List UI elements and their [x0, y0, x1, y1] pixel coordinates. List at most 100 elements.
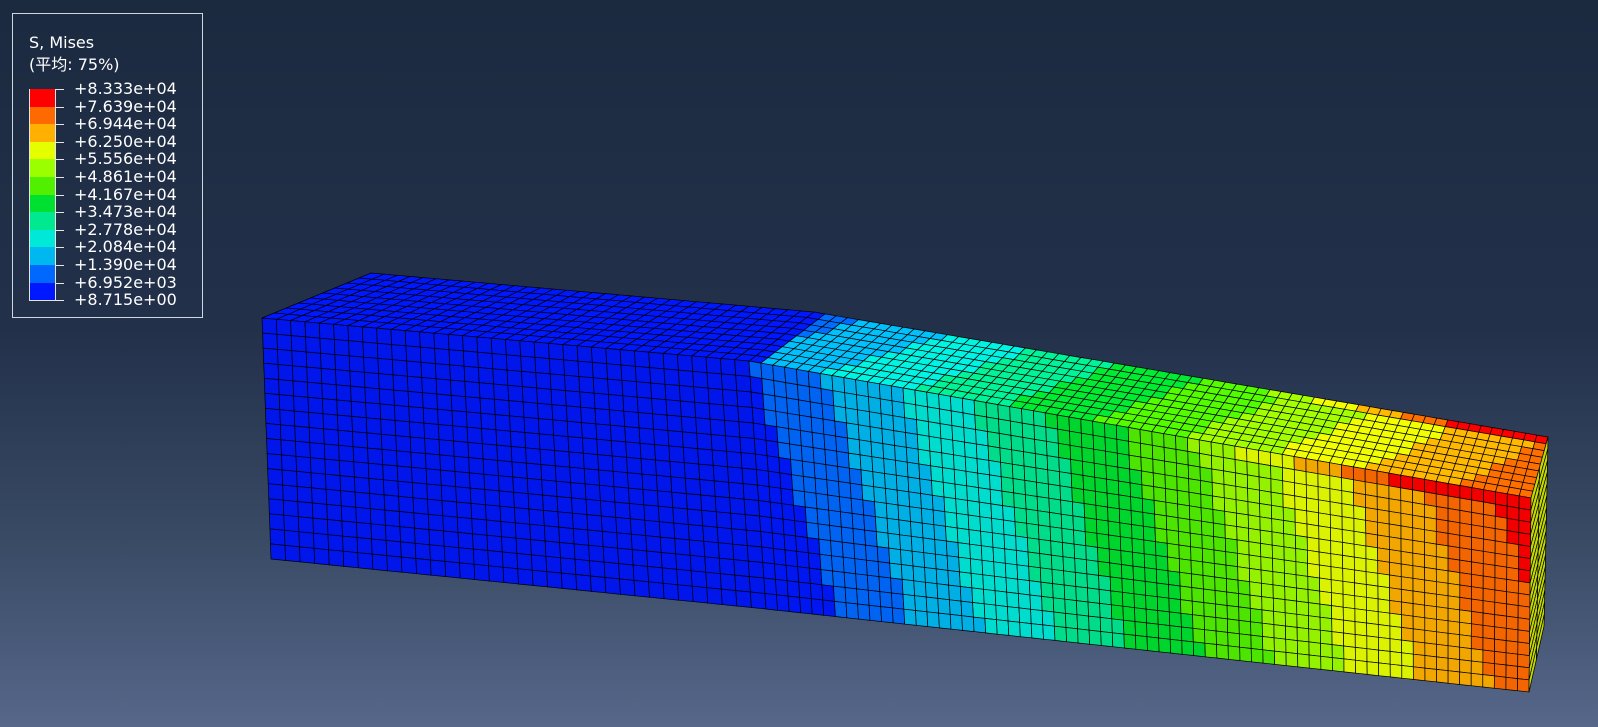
mesh-element	[1506, 517, 1520, 533]
mesh-element	[1187, 464, 1201, 481]
mesh-element	[1318, 551, 1332, 568]
mesh-element	[742, 483, 759, 501]
mesh-element	[1366, 635, 1379, 651]
mesh-element	[1447, 645, 1461, 660]
mesh-element	[675, 553, 692, 572]
mesh-element	[888, 547, 902, 565]
mesh-element	[1424, 541, 1437, 558]
mesh-element	[1260, 542, 1273, 559]
mesh-element	[973, 399, 988, 418]
mesh-element	[1365, 519, 1378, 536]
mesh-element	[1482, 600, 1496, 616]
mesh-element	[933, 524, 947, 542]
mesh-element	[1063, 584, 1077, 601]
mesh-element	[762, 393, 777, 412]
mesh-element	[1176, 462, 1189, 480]
mesh-element	[837, 465, 851, 484]
mesh-element	[586, 514, 603, 532]
mesh-element	[980, 530, 994, 548]
mesh-element	[729, 497, 746, 515]
model-viewport[interactable]	[0, 0, 1598, 727]
mesh-element	[966, 485, 980, 503]
mesh-element	[1158, 637, 1171, 654]
mesh-element	[607, 378, 624, 397]
mesh-element	[860, 469, 875, 488]
mesh-element	[1261, 596, 1274, 612]
mesh-element	[1198, 439, 1212, 456]
mesh-element	[1401, 627, 1414, 642]
mesh-element	[394, 404, 410, 423]
mesh-element	[1140, 456, 1154, 474]
mesh-element	[1135, 635, 1148, 651]
mesh-element	[494, 398, 510, 417]
mesh-element	[488, 565, 505, 583]
mesh-element	[1495, 491, 1508, 507]
mesh-element	[619, 578, 636, 597]
mesh-element	[787, 412, 801, 431]
mesh-element	[823, 433, 837, 452]
mesh-element	[1223, 483, 1237, 501]
mesh-element	[1388, 472, 1402, 489]
mesh-element	[916, 433, 931, 452]
mesh-element	[1318, 525, 1332, 542]
mesh-element	[1436, 631, 1449, 647]
mesh-element	[1400, 525, 1414, 541]
mesh-element	[1059, 485, 1073, 503]
mesh-element	[1165, 501, 1179, 519]
mesh-element	[720, 358, 737, 376]
mesh-element	[1133, 593, 1147, 610]
mesh-element	[1154, 527, 1168, 544]
mesh-element	[483, 473, 500, 492]
mesh-element	[1248, 527, 1261, 544]
mesh-element	[795, 535, 809, 554]
mesh-element	[1285, 638, 1298, 655]
mesh-element	[699, 479, 716, 497]
mesh-element	[1283, 559, 1297, 576]
mesh-element	[873, 486, 887, 504]
mesh-element	[1319, 603, 1333, 619]
mesh-element	[1163, 446, 1177, 464]
mesh-element	[1459, 522, 1473, 538]
mesh-element	[363, 356, 379, 374]
mesh-element	[663, 368, 680, 386]
mesh-element	[643, 504, 660, 523]
mesh-element	[687, 524, 705, 542]
mesh-element	[944, 511, 958, 529]
mesh-element	[1001, 490, 1015, 508]
mesh-element	[342, 550, 359, 569]
mesh-element	[997, 404, 1011, 422]
mesh-element	[1116, 438, 1130, 456]
mesh-element	[943, 496, 957, 514]
mesh-element	[721, 373, 738, 392]
mesh-element	[1108, 548, 1122, 565]
mesh-element	[440, 469, 457, 488]
mesh-element	[1104, 436, 1118, 454]
mesh-element	[883, 458, 897, 476]
mesh-element	[1389, 574, 1402, 590]
mesh-element	[378, 388, 395, 406]
mesh-element	[424, 437, 441, 456]
mesh-element	[1236, 512, 1249, 529]
mesh-element	[1187, 437, 1200, 454]
mesh-element	[327, 534, 344, 552]
mesh-element	[1235, 485, 1249, 503]
mesh-element	[857, 603, 871, 621]
mesh-element	[465, 396, 482, 414]
mesh-element	[1009, 420, 1024, 438]
mesh-element	[1459, 671, 1472, 687]
mesh-element	[1081, 446, 1095, 464]
mesh-element	[1097, 561, 1111, 578]
mesh-element	[369, 493, 386, 511]
mesh-element	[1400, 487, 1413, 503]
mesh-element	[482, 458, 499, 477]
mesh-element	[1354, 569, 1367, 585]
mesh-element	[276, 333, 293, 352]
mesh-element	[284, 545, 301, 563]
mesh-element	[868, 411, 883, 430]
mesh-element	[1092, 420, 1106, 438]
mesh-element	[427, 514, 444, 532]
mesh-element	[1436, 581, 1449, 597]
mesh-element	[908, 491, 922, 509]
mesh-element	[1204, 629, 1217, 645]
mesh-element	[1329, 514, 1343, 530]
